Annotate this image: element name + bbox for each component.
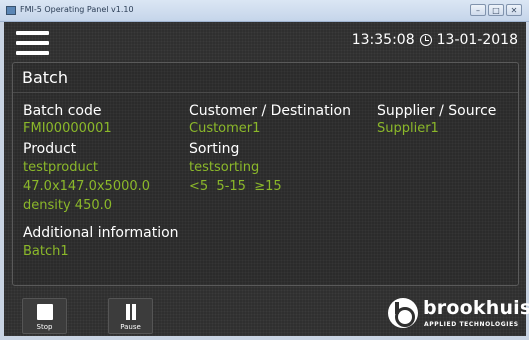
brand-mark-icon	[388, 298, 418, 328]
stop-icon	[37, 304, 53, 320]
stop-button-label: Stop	[36, 323, 53, 331]
customer-value: Customer1	[189, 121, 261, 136]
menu-icon[interactable]	[16, 31, 49, 55]
sorting-label: Sorting	[189, 141, 240, 157]
brand-name: brookhuis	[423, 297, 529, 319]
batch-code-label: Batch code	[23, 103, 102, 119]
product-density: density 450.0	[23, 198, 113, 213]
product-dimensions: 47.0x147.0x5000.0	[23, 179, 151, 194]
additional-info-label: Additional information	[23, 225, 179, 241]
supplier-label: Supplier / Source	[377, 103, 497, 119]
time-text: 13:35:08	[351, 32, 415, 48]
product-label: Product	[23, 141, 77, 157]
window-title: FMI-5 Operating Panel v1.10	[20, 5, 134, 14]
brand-tagline: APPLIED TECHNOLOGIES	[424, 321, 519, 328]
supplier-value: Supplier1	[377, 121, 439, 136]
date-text: 13-01-2018	[436, 32, 518, 48]
clock-icon	[419, 34, 432, 46]
panel-divider	[13, 92, 518, 93]
pause-button-label: Pause	[120, 323, 141, 331]
batch-code-value: FMI00000001	[23, 121, 112, 136]
datetime-display: 13:35:08 13-01-2018	[352, 32, 518, 48]
product-name: testproduct	[23, 160, 98, 175]
pause-icon	[123, 304, 139, 320]
sorting-name: testsorting	[189, 160, 260, 175]
minimize-icon: –	[476, 6, 480, 15]
app-area: 13:35:08 13-01-2018 Batch Batch code FMI…	[4, 22, 529, 336]
panel-title: Batch	[22, 68, 68, 87]
app-icon	[6, 6, 16, 15]
sorting-classes: <5 5-15 ≥15	[189, 179, 282, 194]
brookhuis-logo: brookhuis APPLIED TECHNOLOGIES	[388, 295, 529, 333]
batch-panel: Batch Batch code FMI00000001 Customer / …	[12, 62, 519, 286]
customer-label: Customer / Destination	[189, 103, 351, 119]
close-button[interactable]: ✕	[506, 4, 522, 16]
close-icon: ✕	[510, 6, 518, 15]
bottom-bar: Stop Pause brookhuis APPLIED TECHNOLOGIE…	[4, 292, 529, 336]
maximize-button[interactable]: □	[488, 4, 504, 16]
window-titlebar: FMI-5 Operating Panel v1.10 – □ ✕	[0, 0, 529, 22]
pause-button[interactable]: Pause	[108, 298, 153, 334]
minimize-button[interactable]: –	[470, 4, 486, 16]
additional-info-value: Batch1	[23, 244, 69, 259]
stop-button[interactable]: Stop	[22, 298, 67, 334]
maximize-icon: □	[492, 6, 500, 15]
